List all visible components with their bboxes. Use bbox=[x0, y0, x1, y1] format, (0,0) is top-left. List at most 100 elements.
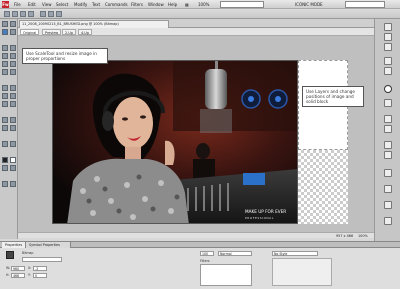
rubber-stamp-icon[interactable] bbox=[10, 69, 16, 75]
tab-4-up[interactable]: 4-Up bbox=[78, 29, 93, 35]
image-editing-icon[interactable] bbox=[384, 141, 392, 149]
style-preview bbox=[272, 258, 332, 286]
save-icon[interactable] bbox=[20, 11, 26, 17]
layers-panel-icon[interactable] bbox=[384, 33, 392, 41]
app-logo: Fw bbox=[2, 1, 9, 8]
document-canvas[interactable]: MAKE UP FOR EVER PROFESSIONAL bbox=[52, 60, 298, 224]
new-document-icon[interactable] bbox=[4, 11, 10, 17]
standard-screen-mode-icon[interactable] bbox=[2, 181, 8, 187]
show-slices-icon[interactable] bbox=[10, 125, 16, 131]
search-input[interactable] bbox=[345, 1, 385, 8]
library-panel-icon[interactable] bbox=[384, 57, 392, 65]
menu-file[interactable]: File bbox=[14, 2, 21, 7]
knife-tool-icon[interactable] bbox=[2, 101, 8, 107]
workspace-switcher[interactable]: ICONIC MODE bbox=[295, 1, 339, 8]
menu-modify[interactable]: Modify bbox=[74, 2, 87, 7]
layout-icon[interactable]: ▦ bbox=[185, 2, 189, 7]
swatches-panel-icon[interactable] bbox=[384, 125, 392, 133]
cut-icon[interactable] bbox=[40, 11, 46, 17]
blend-mode-select[interactable]: Normal bbox=[218, 251, 252, 256]
menu-text[interactable]: Text bbox=[92, 2, 100, 7]
status-bar: 957 x 466 100% bbox=[18, 232, 374, 238]
styles-panel-icon[interactable] bbox=[384, 67, 392, 75]
brush-tool-icon[interactable] bbox=[10, 53, 16, 59]
zoom-value[interactable]: 100% bbox=[198, 2, 209, 7]
callout-layers: Use Layers and change positions of image… bbox=[302, 86, 364, 107]
transparent-area bbox=[298, 150, 348, 224]
color-palette-icon[interactable] bbox=[384, 217, 392, 225]
zoom-readout[interactable]: 100% bbox=[358, 233, 368, 239]
copy-icon[interactable] bbox=[48, 11, 54, 17]
behaviors-panel-icon[interactable] bbox=[384, 185, 392, 193]
opacity-field[interactable]: 100 bbox=[200, 251, 214, 256]
tab-preview[interactable]: Preview bbox=[42, 29, 62, 35]
hotspot-tool-icon[interactable] bbox=[10, 117, 16, 123]
menu-select[interactable]: Select bbox=[56, 2, 68, 7]
mode-field[interactable] bbox=[220, 1, 264, 8]
freeform-tool-icon[interactable] bbox=[10, 101, 16, 107]
crop-tool-icon[interactable] bbox=[10, 29, 16, 35]
info-panel-icon[interactable] bbox=[384, 169, 392, 177]
hide-slices-icon[interactable] bbox=[2, 125, 8, 131]
properties-panel: Bitmap W: 960 X: -3 H: 466 Y: 0 100 Norm… bbox=[0, 248, 400, 289]
stroke-color-swatch[interactable] bbox=[2, 157, 8, 163]
marquee-tool-icon[interactable] bbox=[2, 45, 8, 51]
height-label: H: bbox=[6, 273, 10, 277]
special-characters-icon[interactable] bbox=[384, 151, 392, 159]
main-toolbar bbox=[0, 9, 400, 19]
hand-tool-icon[interactable] bbox=[2, 141, 8, 147]
pen-tool-icon[interactable] bbox=[10, 85, 16, 91]
menu-edit[interactable]: Edit bbox=[28, 2, 36, 7]
pointer-tool-icon[interactable] bbox=[2, 21, 8, 27]
swap-colors-icon[interactable] bbox=[10, 165, 16, 171]
find-panel-icon[interactable] bbox=[384, 201, 392, 209]
filters-list[interactable] bbox=[200, 264, 252, 286]
height-field[interactable]: 466 bbox=[11, 273, 25, 278]
x-field[interactable]: -3 bbox=[33, 266, 47, 271]
menu-commands[interactable]: Commands bbox=[105, 2, 128, 7]
width-field[interactable]: 960 bbox=[11, 266, 25, 271]
document-tab[interactable]: 11_2008_20090213_B1_BRUSHED.png @ 100% (… bbox=[19, 20, 169, 28]
tab-2-up[interactable]: 2-Up bbox=[62, 29, 77, 35]
x-label: X: bbox=[28, 266, 32, 270]
default-colors-icon[interactable] bbox=[2, 165, 8, 171]
pencil-tool-icon[interactable] bbox=[2, 61, 8, 67]
canvas-image bbox=[53, 61, 297, 223]
eraser-tool-icon[interactable] bbox=[10, 61, 16, 67]
tab-original[interactable]: Original bbox=[20, 29, 40, 35]
text-tool-icon[interactable] bbox=[10, 93, 16, 99]
object-name-field[interactable] bbox=[22, 257, 62, 262]
menu-view[interactable]: View bbox=[42, 2, 52, 7]
open-icon[interactable] bbox=[12, 11, 18, 17]
zoom-tool-icon[interactable] bbox=[10, 141, 16, 147]
menu-help[interactable]: Help bbox=[168, 2, 177, 7]
menu-window[interactable]: Window bbox=[148, 2, 164, 7]
rectangle-tool-icon[interactable] bbox=[2, 93, 8, 99]
slice-tool-icon[interactable] bbox=[2, 117, 8, 123]
states-panel-icon[interactable] bbox=[384, 43, 392, 51]
view-tabs: Original Preview 2-Up 4-Up bbox=[18, 28, 374, 36]
menu-filters[interactable]: Filters bbox=[131, 2, 143, 7]
subselect-tool-icon[interactable] bbox=[10, 21, 16, 27]
full-screen-mode-icon[interactable] bbox=[10, 181, 16, 187]
blur-tool-icon[interactable] bbox=[2, 69, 8, 75]
line-tool-icon[interactable] bbox=[2, 85, 8, 91]
style-select[interactable]: No Style bbox=[272, 251, 318, 256]
properties-tab-bar: Properties Symbol Properties bbox=[0, 241, 400, 248]
import-icon[interactable] bbox=[28, 11, 34, 17]
record-icon[interactable] bbox=[384, 85, 392, 93]
pages-panel-icon[interactable] bbox=[384, 23, 392, 31]
magic-wand-icon[interactable] bbox=[2, 53, 8, 59]
align-panel-icon[interactable] bbox=[384, 115, 392, 123]
document-tab-bar: 11_2008_20090213_B1_BRUSHED.png @ 100% (… bbox=[18, 19, 374, 28]
filters-label: Filters bbox=[200, 259, 210, 263]
paste-icon[interactable] bbox=[56, 11, 62, 17]
fill-color-swatch[interactable] bbox=[10, 157, 16, 163]
width-label: W: bbox=[6, 266, 11, 270]
lasso-tool-icon[interactable] bbox=[10, 45, 16, 51]
y-field[interactable]: 0 bbox=[33, 273, 47, 278]
scale-tool-icon[interactable] bbox=[2, 29, 8, 35]
right-panel-dock bbox=[374, 19, 400, 241]
history-panel-icon[interactable] bbox=[384, 99, 392, 107]
canvas-size-readout: 957 x 466 bbox=[336, 234, 354, 238]
